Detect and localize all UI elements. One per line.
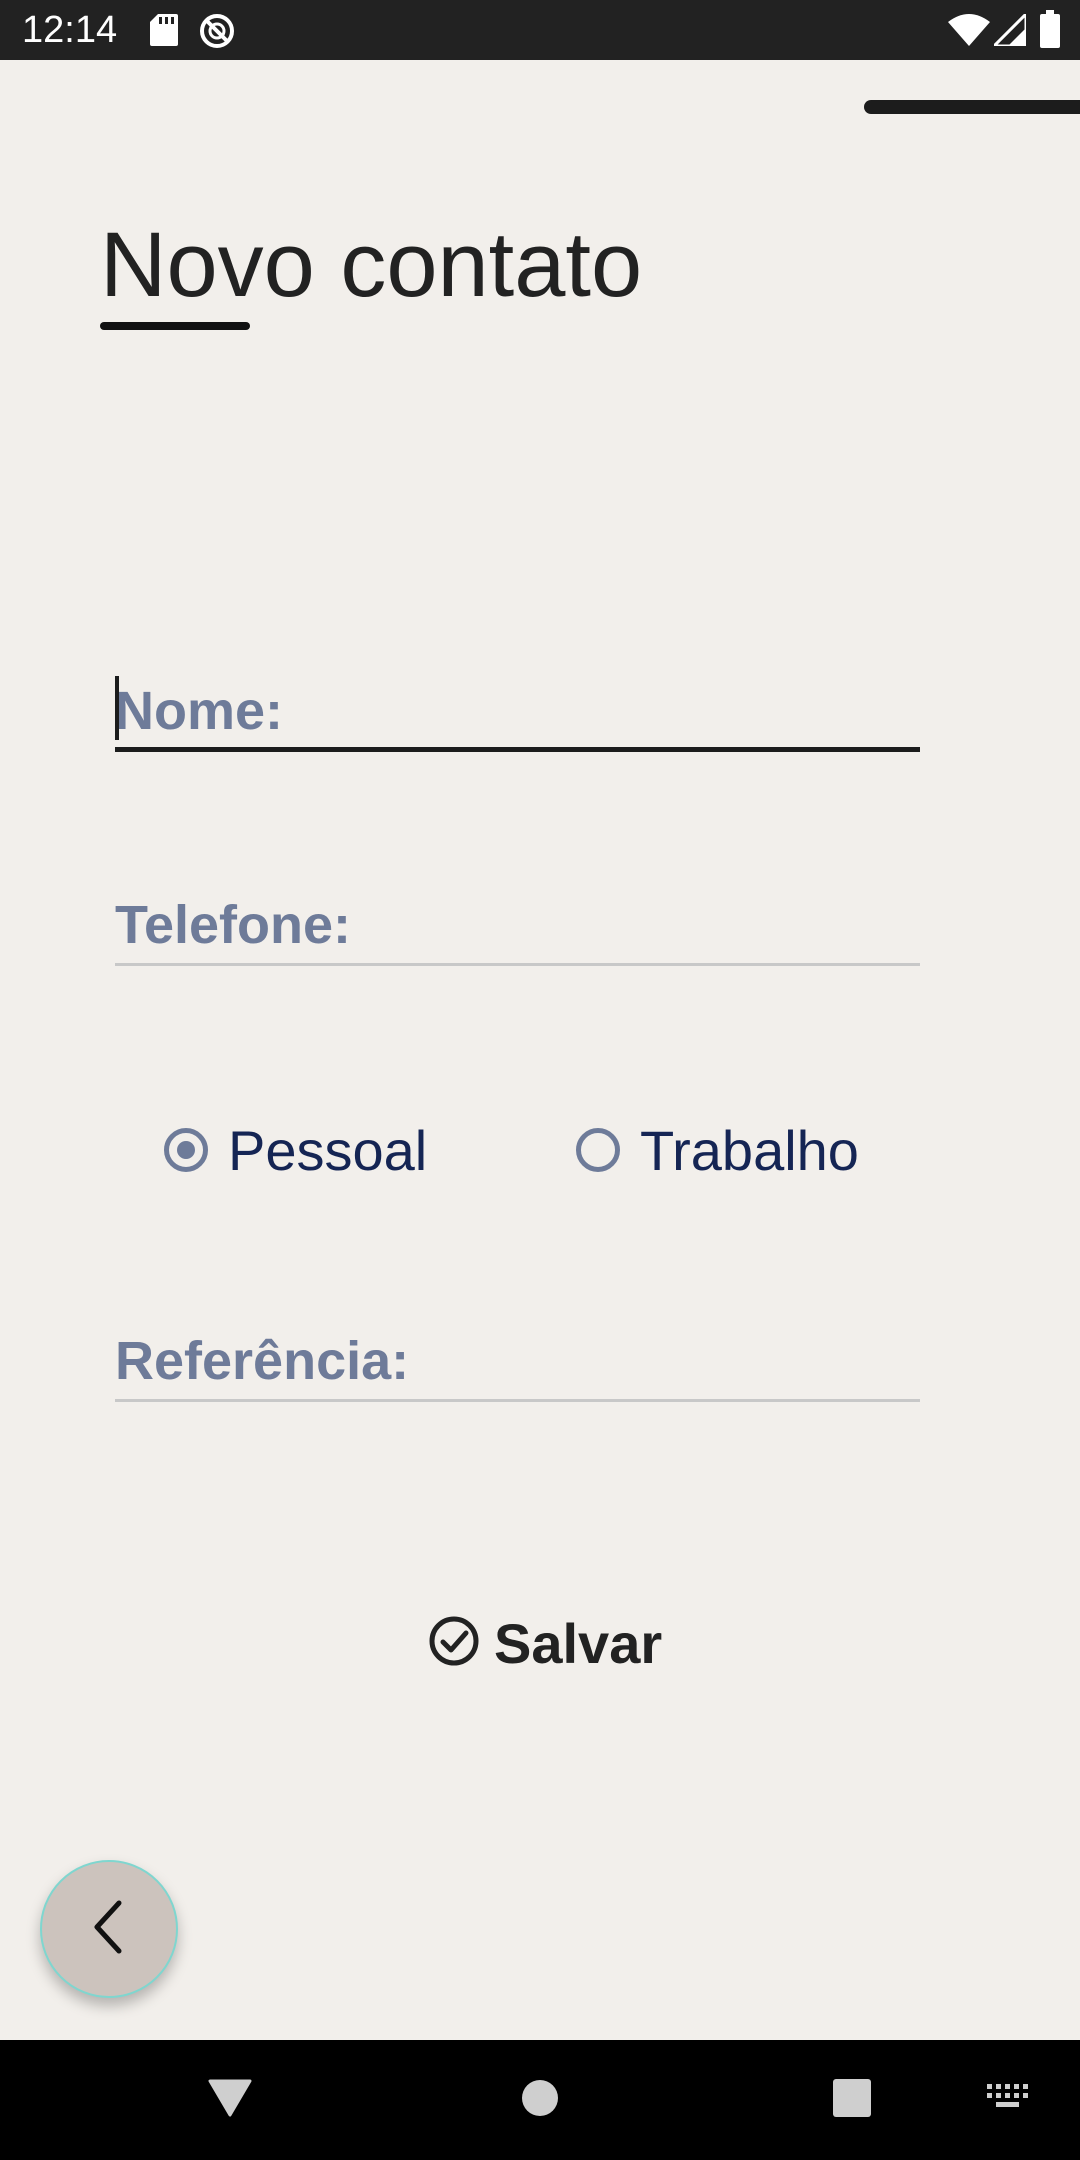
reference-field[interactable]: Referência: — [115, 1312, 920, 1402]
phone-field-label: Telefone: — [115, 895, 352, 955]
nav-keyboard-button[interactable] — [978, 2040, 1038, 2160]
radio-trabalho[interactable]: Trabalho — [576, 1115, 859, 1185]
cell-signal-icon — [990, 10, 1028, 51]
phone-field-underline — [115, 963, 920, 966]
status-bar: 12:14 — [0, 0, 1080, 60]
back-fab-button[interactable] — [40, 1860, 178, 1998]
navigation-bar — [0, 2040, 1080, 2160]
recents-square-icon — [833, 2078, 871, 2122]
name-field-underline — [115, 747, 920, 752]
nav-recents-button[interactable] — [812, 2040, 892, 2160]
no-sync-icon — [198, 12, 236, 55]
keyboard-icon — [987, 2083, 1029, 2117]
nav-back-button[interactable] — [190, 2040, 270, 2160]
radio-pessoal[interactable]: Pessoal — [164, 1115, 427, 1185]
chevron-left-icon — [89, 1899, 129, 1960]
home-circle-icon — [521, 2079, 559, 2122]
check-circle-icon — [428, 1615, 480, 1672]
reference-field-label: Referência: — [115, 1331, 410, 1391]
reference-field-underline — [115, 1399, 920, 1402]
top-decorative-bar — [864, 100, 1080, 114]
title-underline — [100, 322, 250, 330]
page-title: Novo contato — [100, 214, 643, 316]
nav-home-button[interactable] — [500, 2040, 580, 2160]
radio-unchecked-icon[interactable] — [576, 1128, 620, 1172]
wifi-icon — [948, 14, 990, 51]
name-field-label: Nome: — [115, 681, 284, 741]
radio-trabalho-label: Trabalho — [640, 1118, 859, 1182]
status-time: 12:14 — [22, 9, 118, 51]
battery-icon — [1040, 10, 1060, 53]
sd-card-icon — [150, 14, 178, 51]
save-button[interactable]: Salvar — [428, 1608, 662, 1678]
radio-checked-icon[interactable] — [164, 1128, 208, 1172]
save-button-label: Salvar — [494, 1611, 663, 1675]
text-caret — [115, 676, 119, 740]
back-triangle-icon — [208, 2079, 252, 2122]
name-field[interactable]: Nome: — [115, 662, 920, 752]
radio-pessoal-label: Pessoal — [228, 1118, 428, 1182]
phone-field[interactable]: Telefone: — [115, 876, 920, 966]
